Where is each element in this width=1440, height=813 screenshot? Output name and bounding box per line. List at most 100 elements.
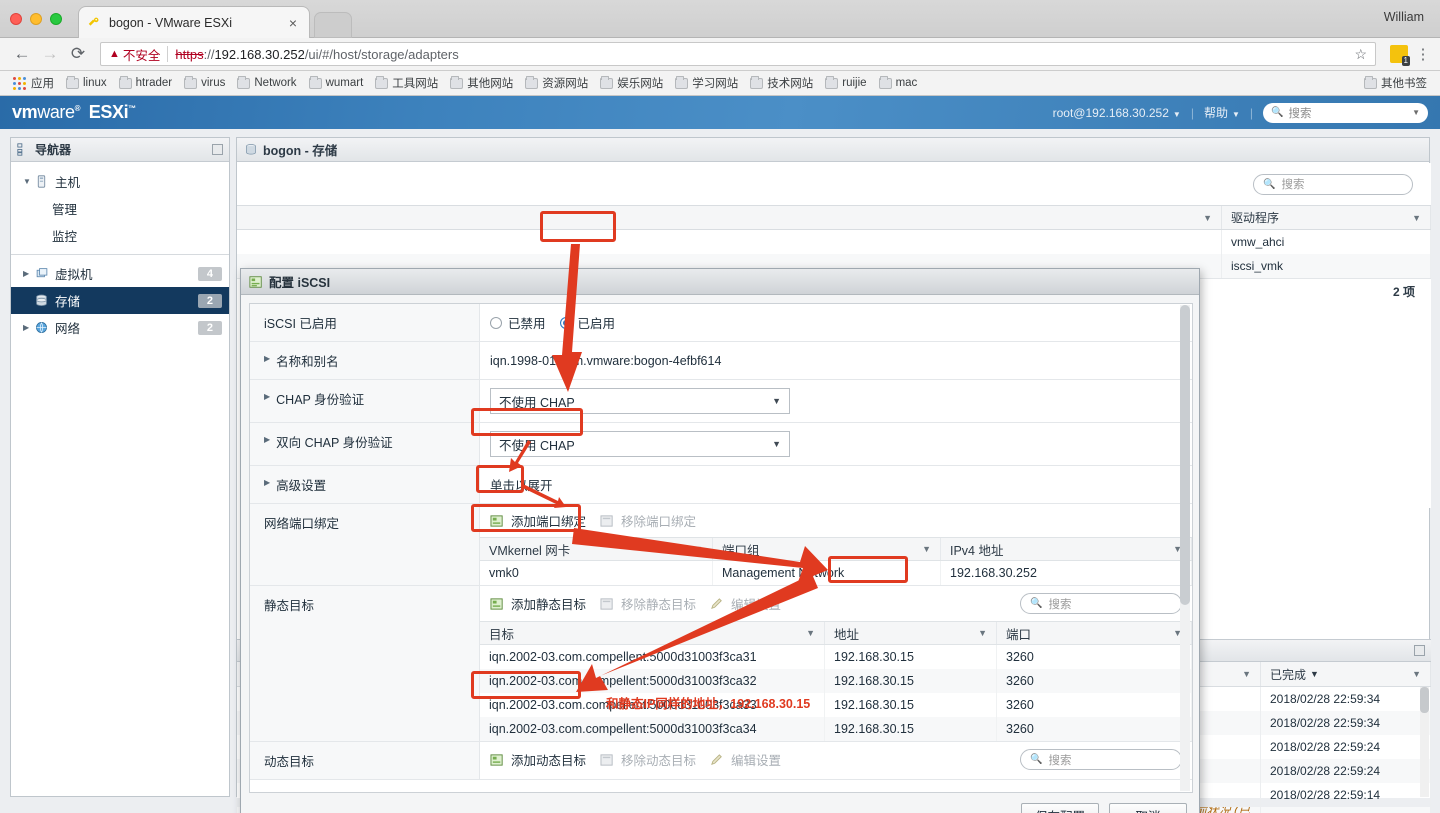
tasks-scrollbar-thumb[interactable] — [1420, 687, 1429, 713]
twisty-icon[interactable]: ▼ — [23, 177, 35, 186]
sidebar-item-manage[interactable]: 管理 — [11, 195, 229, 222]
bookmark-item[interactable]: 工具网站 — [370, 73, 443, 93]
chevron-down-icon[interactable]: ▼ — [1412, 108, 1420, 117]
bookmark-item[interactable]: mac — [874, 75, 923, 91]
chevron-down-icon[interactable]: ▼ — [978, 628, 987, 638]
sidebar-item-host[interactable]: ▼ 主机 — [11, 168, 229, 195]
minimize-window-button[interactable] — [30, 13, 42, 25]
radio-enabled-indicator[interactable] — [559, 316, 572, 329]
col-vmkernel-nic[interactable]: VMkernel 网卡 ▼ — [480, 538, 713, 560]
twisty-icon[interactable]: ▶ — [23, 323, 35, 332]
address-bar[interactable]: ▲ 不安全 https :// 192.168.30.252 /ui/#/hos… — [100, 42, 1376, 66]
chevron-down-icon[interactable]: ▼ — [1412, 213, 1421, 223]
window-controls[interactable] — [10, 13, 62, 25]
static-targets-search-input[interactable]: 🔍 搜索 — [1020, 593, 1182, 614]
chevron-down-icon[interactable]: ▼ — [772, 396, 781, 406]
table-row[interactable]: vmk0 Management Network 192.168.30.252 — [480, 561, 1192, 585]
mutual-chap-select[interactable]: 不使用 CHAP ▼ — [490, 431, 790, 457]
chevron-down-icon[interactable]: ▼ — [806, 628, 815, 638]
folder-icon — [118, 75, 132, 89]
bookmark-item[interactable]: ruijie — [820, 75, 871, 91]
tasks-col-completed[interactable]: 已完成 ▼ ▼ — [1261, 662, 1431, 686]
sidebar-item-virtual-machines[interactable]: ▶ 虚拟机 4 — [11, 260, 229, 287]
adapters-col-blank[interactable]: ▼ — [237, 206, 1222, 229]
close-tab-button[interactable]: × — [285, 16, 301, 30]
browser-menu-icon[interactable]: ⋮ — [1414, 45, 1432, 63]
col-port-group[interactable]: 端口组 ▼ — [713, 538, 941, 560]
iscsi-enabled-radio-group[interactable]: 已禁用 已启用 — [490, 313, 629, 332]
radio-disabled[interactable]: 已禁用 — [490, 313, 546, 332]
twisty-icon[interactable]: ▶ — [264, 389, 270, 405]
dialog-scrollbar[interactable] — [1180, 305, 1190, 791]
add-dynamic-target-button[interactable]: 添加动态目标 — [490, 750, 586, 769]
bookmark-item[interactable]: 技术网站 — [745, 73, 818, 93]
add-port-binding-button[interactable]: 添加端口绑定 — [490, 511, 586, 530]
label-advanced-settings[interactable]: ▶ 高级设置 — [250, 466, 480, 503]
chevron-down-icon[interactable]: ▼ — [1242, 669, 1251, 679]
new-tab-button[interactable] — [314, 12, 352, 38]
value-advanced-settings[interactable]: 单击以展开 — [480, 466, 1192, 503]
radio-disabled-indicator[interactable] — [490, 316, 502, 329]
twisty-icon[interactable]: ▶ — [264, 432, 270, 448]
extension-icon[interactable] — [1390, 45, 1411, 66]
save-configuration-button[interactable]: 保存配置 — [1021, 802, 1099, 813]
col-target[interactable]: 目标 ▼ — [480, 622, 825, 644]
back-button[interactable]: ← — [8, 41, 36, 67]
table-row[interactable]: iqn.2002-03.com.compellent:5000d31003f3c… — [480, 645, 1192, 669]
bookmark-item[interactable]: 学习网站 — [670, 73, 743, 93]
sidebar-item-storage[interactable]: 存储 2 — [11, 287, 229, 314]
bookmark-item[interactable]: Network — [232, 75, 301, 91]
bookmark-item[interactable]: wumart — [304, 75, 369, 91]
radio-enabled[interactable]: 已启用 — [559, 313, 615, 332]
twisty-icon[interactable]: ▶ — [23, 269, 35, 278]
col-address[interactable]: 地址 ▼ — [825, 622, 997, 644]
add-static-target-button[interactable]: 添加静态目标 — [490, 594, 586, 613]
close-window-button[interactable] — [10, 13, 22, 25]
bookmark-item[interactable]: 娱乐网站 — [595, 73, 668, 93]
profile-name[interactable]: William — [1384, 10, 1424, 24]
sidebar-item-network[interactable]: ▶ 网络 2 — [11, 314, 229, 341]
forward-button[interactable]: → — [36, 41, 64, 67]
chap-select[interactable]: 不使用 CHAP ▼ — [490, 388, 790, 414]
advanced-expand-hint[interactable]: 单击以展开 — [490, 475, 553, 494]
maximize-window-button[interactable] — [50, 13, 62, 25]
dialog-scrollbar-thumb[interactable] — [1180, 305, 1190, 605]
label-chap[interactable]: ▶ CHAP 身份验证 — [250, 380, 480, 422]
tasks-scrollbar[interactable] — [1420, 687, 1429, 797]
chevron-down-icon[interactable]: ▼ — [1412, 669, 1421, 679]
chevron-down-icon[interactable]: ▼ — [1203, 213, 1212, 223]
twisty-icon[interactable]: ▶ — [264, 475, 270, 491]
col-ipv4-address[interactable]: IPv4 地址 ▼ — [941, 538, 1192, 560]
reload-button[interactable]: ⟳ — [64, 41, 92, 67]
col-port[interactable]: 端口 ▼ — [997, 622, 1192, 644]
navigator-collapse-button[interactable] — [212, 144, 223, 155]
label-mutual-chap[interactable]: ▶ 双向 CHAP 身份验证 — [250, 423, 480, 465]
dynamic-targets-search-input[interactable]: 🔍 搜索 — [1020, 749, 1182, 770]
bookmark-item[interactable]: htrader — [114, 75, 177, 91]
adapters-col-driver[interactable]: 驱动程序 ▼ — [1222, 206, 1431, 229]
global-search-input[interactable]: 🔍 搜索 ▼ — [1263, 102, 1428, 123]
bookmark-other[interactable]: 其他书签 — [1359, 73, 1432, 93]
adapters-search-input[interactable]: 🔍 搜索 — [1253, 173, 1413, 195]
chevron-down-icon[interactable]: ▼ — [772, 439, 781, 449]
table-row[interactable]: iqn.2002-03.com.compellent:5000d31003f3c… — [480, 717, 1192, 741]
tasks-collapse-button[interactable] — [1414, 645, 1425, 656]
sidebar-item-monitor[interactable]: 监控 — [11, 222, 229, 249]
chevron-down-icon[interactable]: ▼ — [922, 544, 931, 554]
bookmark-star-icon[interactable]: ☆ — [1354, 46, 1367, 63]
bookmark-item[interactable]: 其他网站 — [445, 73, 518, 93]
table-row[interactable]: iqn.2002-03.com.compellent:5000d31003f3c… — [480, 669, 1192, 693]
table-row[interactable]: vmw_ahci — [237, 230, 1431, 254]
bookmark-item[interactable]: 资源网站 — [520, 73, 593, 93]
help-menu[interactable]: 帮助 ▼ — [1194, 104, 1250, 121]
browser-tab[interactable]: bogon - VMware ESXi × — [78, 6, 310, 38]
label-name-alias[interactable]: ▶ 名称和别名 — [250, 342, 480, 379]
table-row[interactable]: iqn.2002-03.com.compellent:5000d31003f3c… — [480, 693, 1192, 717]
bookmark-item[interactable]: linux — [61, 75, 112, 91]
user-menu[interactable]: root@192.168.30.252 ▼ — [1043, 106, 1191, 120]
bookmark-item[interactable]: virus — [179, 75, 230, 91]
cancel-button[interactable]: 取消 — [1109, 802, 1187, 813]
chevron-down-icon[interactable]: ▼ — [694, 544, 703, 554]
bookmark-apps[interactable]: 应用 — [8, 73, 59, 93]
twisty-icon[interactable]: ▶ — [264, 351, 270, 367]
